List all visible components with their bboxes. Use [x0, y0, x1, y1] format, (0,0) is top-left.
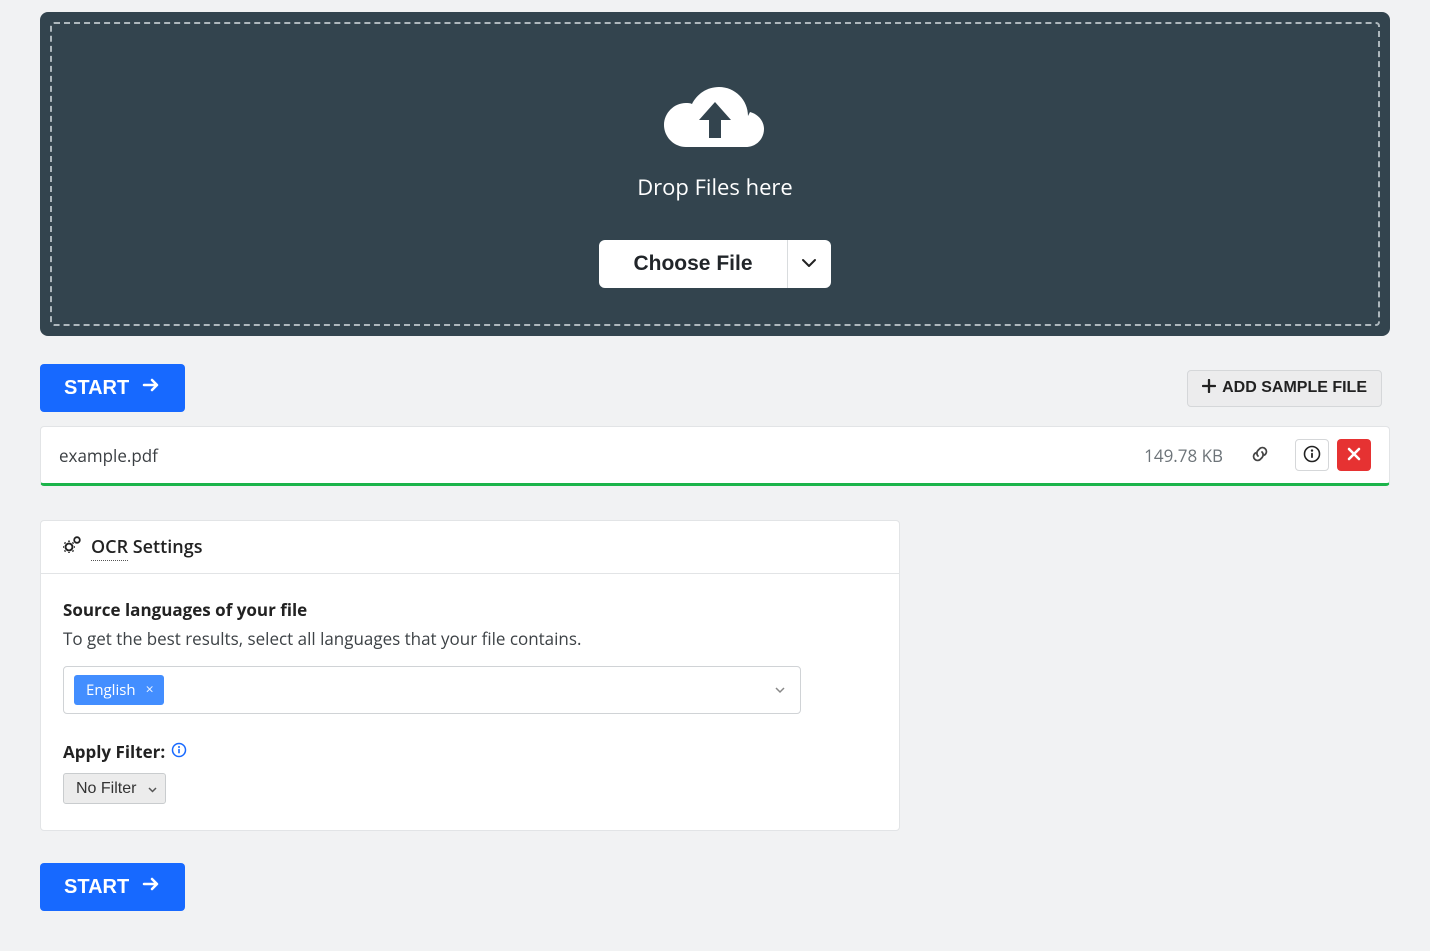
- caret-down-icon: [774, 679, 786, 701]
- plus-icon: [1202, 379, 1216, 398]
- file-info-button[interactable]: [1295, 439, 1329, 471]
- ocr-settings-header: OCR Settings: [41, 521, 899, 574]
- file-row: example.pdf 149.78 KB: [40, 426, 1390, 486]
- dropzone-container: Drop Files here Choose File: [40, 12, 1390, 336]
- arrow-right-icon: [141, 874, 161, 900]
- apply-filter-label: Apply Filter:: [63, 740, 165, 763]
- ocr-abbr: OCR: [91, 535, 128, 561]
- action-row: START ADD SAMPLE FILE: [40, 364, 1390, 412]
- choose-file-group: Choose File: [599, 240, 830, 288]
- language-chip-english: English ×: [74, 675, 164, 705]
- source-languages-title: Source languages of your file: [63, 598, 877, 621]
- close-icon: [1346, 446, 1362, 465]
- ocr-settings-suffix: Settings: [133, 535, 203, 559]
- apply-filter-row: Apply Filter:: [63, 740, 877, 763]
- dropzone[interactable]: Drop Files here Choose File: [50, 22, 1380, 326]
- ocr-settings-title: OCR Settings: [91, 535, 202, 559]
- source-languages-select[interactable]: English ×: [63, 666, 801, 714]
- start-button-label: START: [64, 377, 129, 400]
- choose-file-dropdown-button[interactable]: [787, 240, 831, 288]
- start-button-bottom[interactable]: START: [40, 863, 185, 911]
- chevron-down-icon: [801, 255, 817, 274]
- start-button-top[interactable]: START: [40, 364, 185, 412]
- gears-icon: [63, 535, 83, 559]
- ocr-settings-body: Source languages of your file To get the…: [41, 574, 899, 830]
- link-icon: [1250, 444, 1270, 467]
- language-chip-label: English: [86, 680, 136, 700]
- arrow-right-icon: [141, 375, 161, 401]
- file-name: example.pdf: [59, 444, 1144, 467]
- add-sample-file-label: ADD SAMPLE FILE: [1222, 379, 1367, 397]
- info-icon[interactable]: [171, 740, 187, 763]
- filter-select[interactable]: No Filter: [63, 773, 166, 804]
- bottom-start-row: START: [40, 863, 1390, 911]
- choose-file-button[interactable]: Choose File: [599, 240, 786, 288]
- start-button-label: START: [64, 876, 129, 899]
- info-icon: [1303, 445, 1321, 466]
- file-size: 149.78 KB: [1144, 444, 1223, 467]
- cloud-upload-icon: [660, 74, 770, 164]
- filter-select-wrap: No Filter: [63, 773, 166, 804]
- add-sample-file-button[interactable]: ADD SAMPLE FILE: [1187, 370, 1382, 407]
- ocr-settings-panel: OCR Settings Source languages of your fi…: [40, 520, 900, 831]
- file-link-button[interactable]: [1243, 439, 1277, 471]
- file-remove-button[interactable]: [1337, 439, 1371, 471]
- source-languages-desc: To get the best results, select all lang…: [63, 627, 877, 650]
- language-chip-remove-icon[interactable]: ×: [146, 683, 154, 697]
- dropzone-text: Drop Files here: [637, 172, 793, 202]
